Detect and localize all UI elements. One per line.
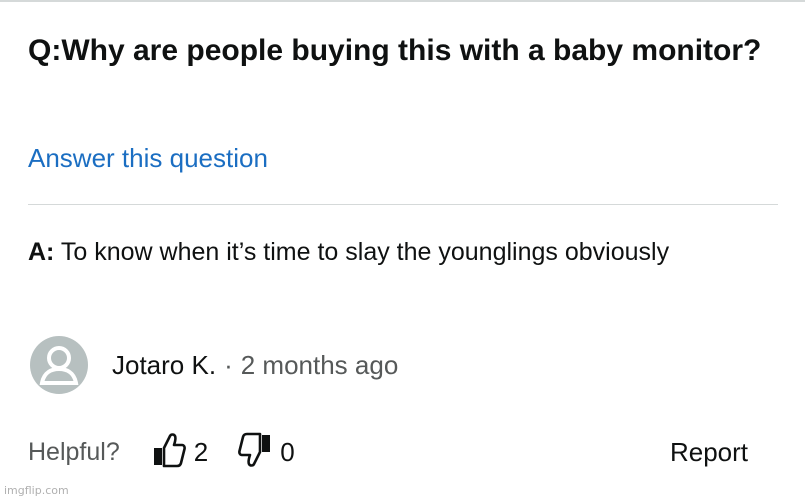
thumbs-down-icon — [238, 432, 272, 473]
answer-timestamp: 2 months ago — [240, 349, 399, 380]
author-separator: · — [224, 349, 233, 380]
thumbs-down-count: 0 — [280, 436, 295, 467]
answer-this-question-link[interactable]: Answer this question — [28, 142, 268, 174]
answer-text: A: To know when it’s time to slay the yo… — [28, 232, 768, 272]
thumbs-up-count: 2 — [193, 436, 209, 467]
section-divider — [28, 204, 778, 205]
question-text: Q:Why are people buying this with a baby… — [28, 28, 768, 74]
thumbs-down-button[interactable]: 0 — [238, 432, 295, 473]
imgflip-watermark: imgflip.com — [4, 484, 69, 497]
question-prefix: Q: — [28, 34, 62, 67]
user-silhouette-icon — [30, 336, 88, 394]
author-name[interactable]: Jotaro K. — [112, 350, 216, 381]
top-divider — [0, 0, 805, 2]
answer-body: To know when it’s time to slay the young… — [54, 238, 670, 266]
answer-prefix: A: — [28, 238, 55, 266]
thumbs-up-button[interactable]: 2 — [152, 432, 208, 473]
question-body: Why are people buying this with a baby m… — [61, 34, 762, 67]
helpful-label: Helpful? — [28, 437, 120, 466]
author-row: Jotaro K. · 2 months ago — [30, 335, 398, 395]
report-link[interactable]: Report — [670, 437, 748, 468]
thumbs-up-icon — [152, 432, 186, 473]
vote-row: Helpful? 2 0 Report — [28, 430, 748, 474]
